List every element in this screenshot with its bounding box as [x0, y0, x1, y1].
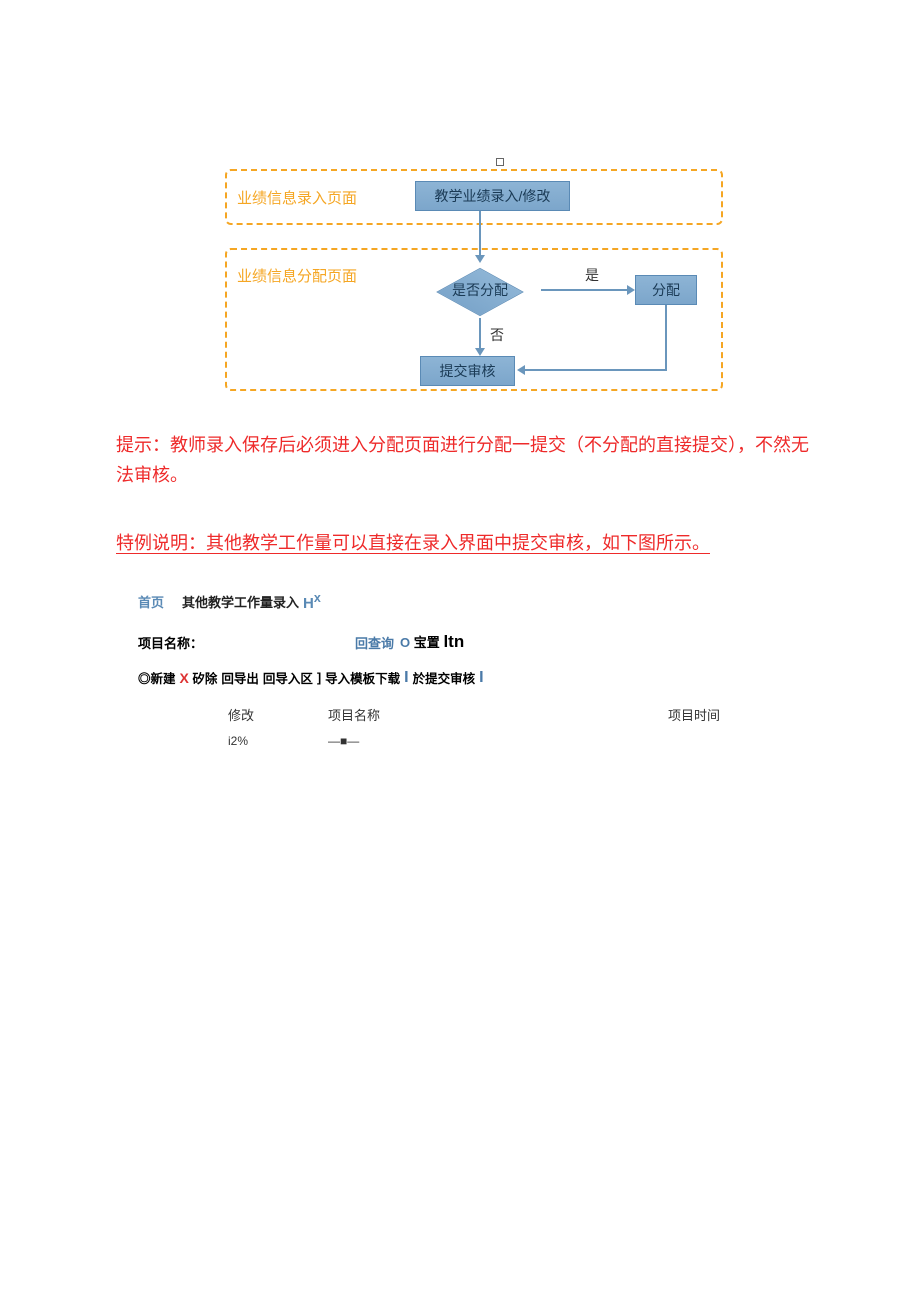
breadcrumb-current-label: 其他教学工作量录入: [182, 592, 299, 611]
divider-icon: I: [404, 669, 408, 687]
node-decision: 是否分配: [419, 261, 541, 319]
node-submit: 提交审核: [420, 356, 515, 386]
export-icon: 回: [221, 672, 234, 686]
group-input-label: 业绩信息录入页面: [237, 187, 357, 208]
group-dist-label: 业绩信息分配页面: [237, 265, 357, 286]
arrow-down-icon: [475, 348, 485, 356]
breadcrumb-home[interactable]: 首页: [138, 592, 164, 611]
node-input: 教学业绩录入/修改: [415, 181, 570, 211]
query-button[interactable]: 回查询: [355, 633, 394, 652]
search-label: 项目名称：: [138, 633, 203, 652]
tab-close-icon[interactable]: Hx: [303, 591, 321, 612]
breadcrumb-current-tab[interactable]: 其他教学工作量录入 Hx: [182, 591, 321, 612]
node-decision-text: 是否分配: [419, 261, 541, 319]
col-time: 项目时间: [668, 705, 788, 724]
import-button[interactable]: 回导入区: [263, 668, 313, 687]
divider-icon: I: [479, 669, 483, 687]
arrow-input-decision: [479, 211, 481, 259]
search-row: 项目名称： 回查询 O 宝置 ltn: [138, 628, 838, 666]
tip-paragraph: 提示：教师录入保存后必须进入分配页面进行分配一提交（不分配的直接提交），不然无法…: [116, 430, 816, 490]
arrow-dist-submit-v: [665, 305, 667, 371]
special-paragraph: 特例说明：其他教学工作量可以直接在录入界面中提交审核，如下图所示。: [116, 528, 816, 558]
delete-button[interactable]: X 矽除: [180, 668, 218, 687]
reset-button[interactable]: O 宝置 ltn: [400, 632, 464, 652]
node-distribute: 分配: [635, 275, 697, 305]
arrow-decision-yes: [541, 289, 631, 291]
bracket-icon: ]: [317, 671, 321, 685]
marker-square: [496, 158, 504, 166]
col-modify: 修改: [228, 705, 328, 724]
cell-name: —■—: [328, 734, 668, 748]
plus-icon: ◎: [138, 672, 151, 686]
query-icon: 回: [355, 636, 368, 651]
cell-modify[interactable]: i2%: [228, 734, 328, 748]
delete-icon: X: [180, 670, 189, 686]
arrow-left-icon: [517, 365, 525, 375]
arrow-right-icon: [627, 285, 635, 295]
col-name: 项目名称: [328, 705, 668, 724]
table-row[interactable]: i2% —■—: [138, 730, 838, 752]
label-yes: 是: [585, 265, 599, 285]
export-button[interactable]: 回导出: [221, 668, 259, 687]
arrow-decision-no: [479, 318, 481, 352]
table-header: 修改 项目名称 项目时间: [138, 701, 838, 730]
submit-audit-button[interactable]: 於提交审核: [413, 668, 476, 687]
toolbar: ◎新建 X 矽除 回导出 回导入区 ] 导入模板下载 I 於提交审核 I: [138, 666, 838, 701]
flowchart-diagram: 业绩信息录入页面 业绩信息分配页面 教学业绩录入/修改 是否分配 分配 提交审核…: [225, 165, 727, 395]
label-no: 否: [490, 325, 504, 345]
breadcrumb: 首页 其他教学工作量录入 Hx: [138, 585, 838, 628]
template-download-button[interactable]: 导入模板下载: [325, 668, 400, 687]
reset-icon: O: [400, 635, 410, 650]
new-button[interactable]: ◎新建: [138, 668, 176, 687]
arrow-dist-submit-h: [524, 369, 667, 371]
import-icon: 回: [263, 672, 276, 686]
embedded-ui: 首页 其他教学工作量录入 Hx 项目名称： 回查询 O 宝置 ltn ◎新建 X…: [138, 585, 838, 752]
